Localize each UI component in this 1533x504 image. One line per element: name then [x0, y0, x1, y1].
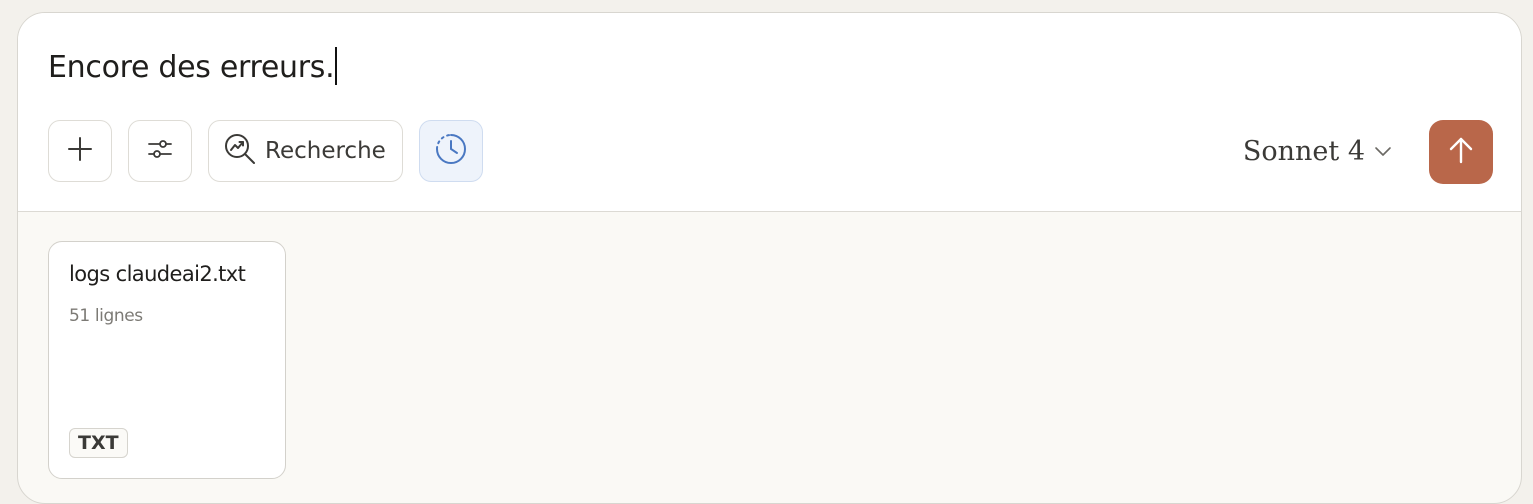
arrow-up-icon	[1446, 135, 1476, 169]
research-label: Recherche	[265, 138, 386, 164]
send-button[interactable]	[1429, 120, 1493, 184]
history-button[interactable]	[419, 120, 483, 182]
research-button[interactable]: Recherche	[208, 120, 403, 182]
prompt-text: Encore des erreurs.	[48, 50, 335, 85]
text-caret	[335, 47, 338, 85]
attachment-line-count: 51 lignes	[69, 306, 143, 326]
chat-composer: Encore des erreurs. Recherche Sonnet 4 l…	[17, 12, 1522, 504]
sliders-icon	[146, 135, 174, 167]
chevron-down-icon	[1373, 141, 1393, 161]
plus-icon	[66, 135, 94, 167]
prompt-input[interactable]: Encore des erreurs.	[48, 47, 338, 85]
model-label: Sonnet 4	[1242, 135, 1365, 167]
research-search-icon	[223, 132, 257, 170]
composer-input-area[interactable]: Encore des erreurs. Recherche Sonnet 4	[18, 13, 1521, 212]
clock-icon	[434, 132, 468, 170]
add-button[interactable]	[48, 120, 112, 182]
attachment-file-name: logs claudeai2.txt	[69, 262, 246, 286]
file-type-badge: TXT	[69, 428, 128, 458]
tools-settings-button[interactable]	[128, 120, 192, 182]
model-selector[interactable]: Sonnet 4	[1243, 131, 1393, 171]
attachment-card[interactable]: logs claudeai2.txt 51 lignes TXT	[48, 241, 286, 479]
